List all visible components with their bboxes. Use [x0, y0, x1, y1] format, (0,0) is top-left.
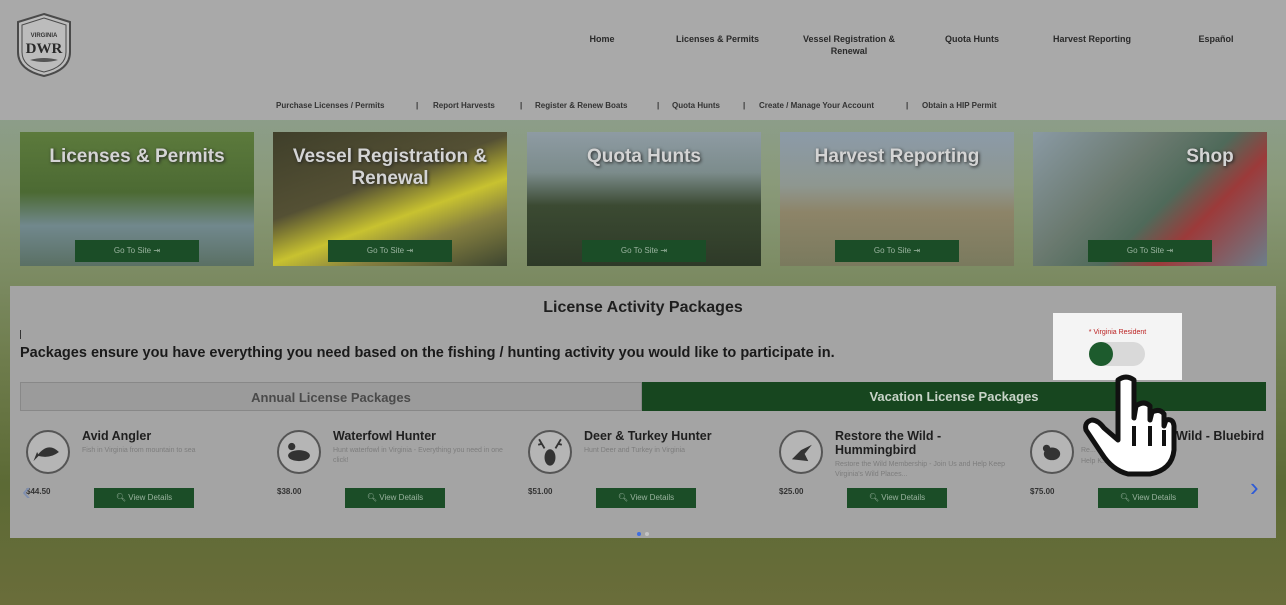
- package-card-waterfowl-hunter[interactable]: Waterfowl Hunter Hunt waterfowl in Virgi…: [273, 426, 513, 516]
- subnav-separator: |: [657, 101, 660, 110]
- tile-title: Licenses & Permits: [49, 146, 225, 167]
- tile-shop[interactable]: Shop Go To Site ⇥: [1033, 132, 1267, 266]
- view-details-label: View Details: [881, 493, 926, 502]
- view-details-button[interactable]: 🔍︎ View Details: [596, 488, 696, 508]
- package-description: Hunt Deer and Turkey in Virginia: [584, 447, 686, 454]
- external-link-icon: ⇥: [1166, 246, 1174, 255]
- top-nav: Home Licenses & Permits Vessel Registrat…: [0, 33, 1286, 63]
- nav-home[interactable]: Home: [588, 33, 616, 45]
- tile-title: Vessel Registration & Renewal: [292, 146, 488, 189]
- carousel-dots: [635, 523, 651, 541]
- nav-vessel-registration[interactable]: Vessel Registration & Renewal: [797, 33, 901, 57]
- magnifier-icon: 🔍︎: [115, 493, 127, 502]
- bluebird-icon: [1030, 430, 1074, 474]
- nav-licenses-permits[interactable]: Licenses & Permits: [670, 33, 765, 45]
- package-card-hummingbird[interactable]: Restore the Wild - Hummingbird Restore t…: [775, 426, 1015, 516]
- resident-label-text: Virginia Resident: [1093, 329, 1147, 336]
- package-description: Restore the Wild Membership - Join Us an…: [835, 461, 1006, 478]
- go-to-site-button[interactable]: Go To Site ⇥: [1088, 240, 1212, 262]
- package-price: $75.00: [1030, 487, 1055, 496]
- toggle-knob: [1089, 342, 1113, 366]
- nav-harvest-reporting[interactable]: Harvest Reporting: [1046, 33, 1138, 45]
- deer-icon: [528, 430, 572, 474]
- external-link-icon: ⇥: [406, 246, 414, 255]
- view-details-button[interactable]: 🔍︎ View Details: [94, 488, 194, 508]
- package-name: Avid Angler: [82, 429, 152, 443]
- view-details-label: View Details: [128, 493, 173, 502]
- go-to-site-label: Go To Site: [873, 246, 912, 255]
- tile-harvest-reporting[interactable]: Harvest Reporting Go To Site ⇥: [780, 132, 1014, 266]
- package-description: Hunt waterfowl in Virginia - Everything …: [333, 447, 503, 464]
- package-name: Deer & Turkey Hunter: [584, 429, 712, 443]
- go-to-site-button[interactable]: Go To Site ⇥: [582, 240, 706, 262]
- duck-icon: [277, 430, 321, 474]
- nav-espanol[interactable]: Español: [1193, 33, 1239, 45]
- carousel-dot[interactable]: [645, 532, 649, 536]
- package-name: Restore the Wild - Hummingbird: [835, 429, 942, 457]
- subnav-quota-hunts[interactable]: Quota Hunts: [672, 101, 720, 110]
- package-description: Fish in Virginia from mountain to sea: [82, 447, 196, 454]
- fish-icon: [26, 430, 70, 474]
- subnav-separator: |: [520, 101, 523, 110]
- subnav-manage-account[interactable]: Create / Manage Your Account: [759, 101, 874, 110]
- magnifier-icon: 🔍︎: [617, 493, 629, 502]
- subnav-separator: |: [743, 101, 746, 110]
- subnav-report-harvests[interactable]: Report Harvests: [433, 101, 495, 110]
- view-details-label: View Details: [1132, 493, 1177, 502]
- package-price: $51.00: [528, 487, 553, 496]
- required-mark: *: [1088, 329, 1092, 336]
- resident-toggle-label: * Virginia Resident: [1053, 329, 1182, 336]
- pointer-hand-icon: [1083, 374, 1177, 477]
- external-link-icon: ⇥: [153, 246, 161, 255]
- tile-title: Shop: [1186, 146, 1234, 167]
- view-details-label: View Details: [630, 493, 675, 502]
- view-details-button[interactable]: 🔍︎ View Details: [847, 488, 947, 508]
- tile-quota-hunts[interactable]: Quota Hunts Go To Site ⇥: [527, 132, 761, 266]
- package-card-deer-turkey[interactable]: Deer & Turkey Hunter Hunt Deer and Turke…: [524, 426, 764, 516]
- go-to-site-button[interactable]: Go To Site ⇥: [328, 240, 452, 262]
- subnav-purchase-licenses[interactable]: Purchase Licenses / Permits: [276, 101, 385, 110]
- subnav-separator: |: [416, 101, 419, 110]
- go-to-site-button[interactable]: Go To Site ⇥: [75, 240, 199, 262]
- text-cursor: [20, 330, 21, 339]
- tile-licenses-permits[interactable]: Licenses & Permits Go To Site ⇥: [20, 132, 254, 266]
- subnav-hip-permit[interactable]: Obtain a HIP Permit: [922, 101, 997, 110]
- view-details-button[interactable]: 🔍︎ View Details: [345, 488, 445, 508]
- carousel-dot-active[interactable]: [637, 532, 641, 536]
- tab-annual-packages[interactable]: Annual License Packages: [20, 382, 642, 411]
- tile-vessel-registration[interactable]: Vessel Registration & Renewal Go To Site…: [273, 132, 507, 266]
- package-name: Wild - Bluebird: [1176, 429, 1265, 443]
- go-to-site-label: Go To Site: [1126, 246, 1165, 255]
- go-to-site-label: Go To Site: [620, 246, 659, 255]
- carousel-prev-arrow[interactable]: ‹: [22, 476, 31, 507]
- subnav-register-boats[interactable]: Register & Renew Boats: [535, 101, 627, 110]
- go-to-site-label: Go To Site: [113, 246, 152, 255]
- virginia-resident-toggle[interactable]: [1089, 342, 1145, 366]
- carousel-next-arrow[interactable]: ›: [1250, 472, 1259, 503]
- tile-title: Quota Hunts: [587, 146, 701, 167]
- go-to-site-button[interactable]: Go To Site ⇥: [835, 240, 959, 262]
- go-to-site-label: Go To Site: [366, 246, 405, 255]
- package-card-avid-angler[interactable]: Avid Angler Fish in Virginia from mounta…: [22, 426, 262, 516]
- view-details-button[interactable]: 🔍︎ View Details: [1098, 488, 1198, 508]
- view-details-label: View Details: [379, 493, 424, 502]
- tile-title: Harvest Reporting: [814, 146, 980, 167]
- external-link-icon: ⇥: [913, 246, 921, 255]
- external-link-icon: ⇥: [660, 246, 668, 255]
- site-header: VIRGINIA DWR Home Licenses & Permits Ves…: [0, 0, 1286, 120]
- magnifier-icon: 🔍︎: [366, 493, 378, 502]
- magnifier-icon: 🔍︎: [868, 493, 880, 502]
- package-price: $25.00: [779, 487, 804, 496]
- package-name: Waterfowl Hunter: [333, 429, 437, 443]
- nav-quota-hunts[interactable]: Quota Hunts: [940, 33, 1004, 45]
- magnifier-icon: 🔍︎: [1119, 493, 1131, 502]
- hummingbird-icon: [779, 430, 823, 474]
- package-price: $38.00: [277, 487, 302, 496]
- packages-subtitle: Packages ensure you have everything you …: [20, 345, 835, 361]
- subnav-separator: |: [906, 101, 909, 110]
- sub-nav: Purchase Licenses / Permits | Report Har…: [0, 101, 1286, 113]
